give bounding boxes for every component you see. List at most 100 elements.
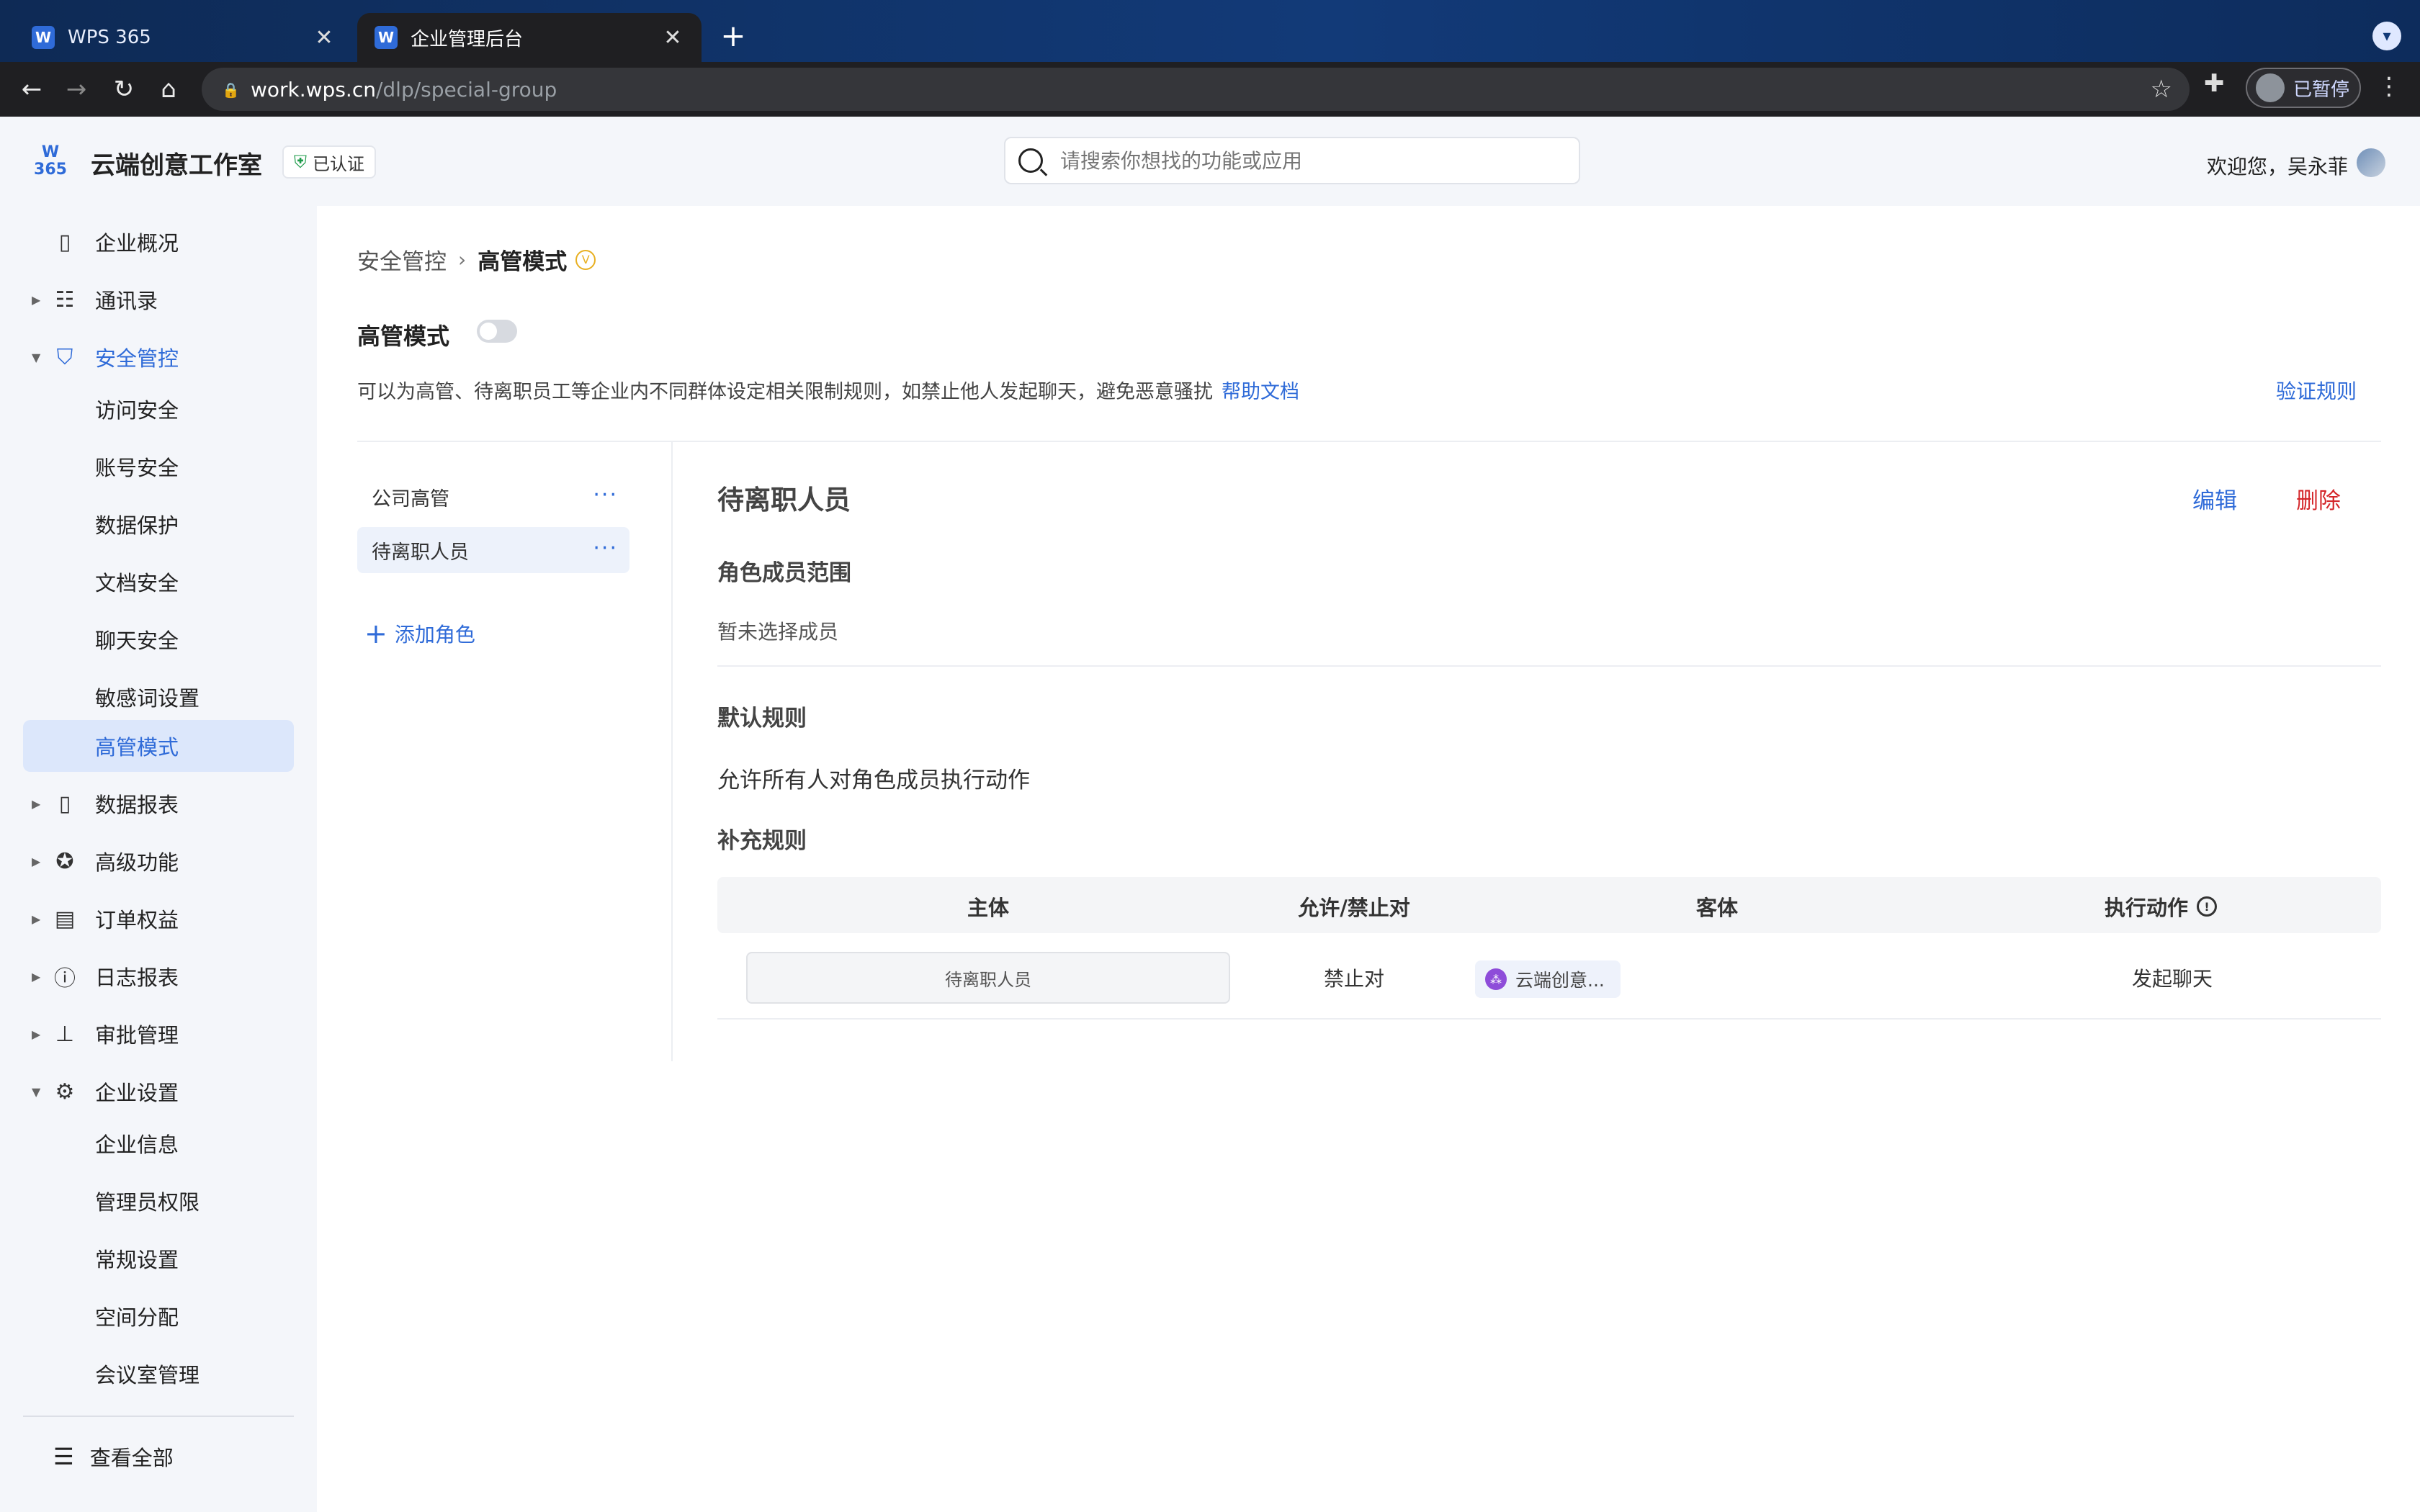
org-name: 云端创意工作室 bbox=[91, 151, 262, 180]
url-path: /dlp/special-group bbox=[375, 77, 557, 102]
sidebar-divider bbox=[23, 1416, 294, 1417]
sidebar-item-meeting-rooms[interactable]: 会议室管理 bbox=[23, 1348, 294, 1400]
more-dots-icon[interactable]: ··· bbox=[593, 536, 618, 561]
lock-icon: 🔒 bbox=[222, 81, 240, 99]
caret-right-icon: ▶ bbox=[32, 292, 41, 307]
sidebar-item-advanced[interactable]: ▶ ✪ 高级功能 bbox=[23, 835, 294, 887]
search-icon bbox=[1018, 148, 1043, 173]
breadcrumb-security[interactable]: 安全管控 bbox=[357, 243, 447, 276]
forward-arrow-icon[interactable]: → bbox=[59, 72, 94, 107]
browser-tab-bar: W WPS 365 ✕ W 企业管理后台 ✕ + ▾ bbox=[0, 0, 2420, 62]
sidebar-item-enterprise-settings[interactable]: ▼ ⚙ 企业设置 bbox=[23, 1066, 294, 1117]
role-detail-panel: 待离职人员 编辑 删除 角色成员范围 暂未选择成员 默认规则 允许所有人对角色成… bbox=[717, 442, 2381, 1090]
sidebar-item-data-reports[interactable]: ▶ ▯ 数据报表 bbox=[23, 778, 294, 829]
sidebar-item-space-allocation[interactable]: 空间分配 bbox=[23, 1290, 294, 1342]
help-doc-link[interactable]: 帮助文档 bbox=[1222, 381, 1299, 403]
permission-cell: 禁止对 bbox=[1323, 967, 1385, 991]
table-row: 待离职人员 禁止对 ⁂ 云端创意... 发起聊天 bbox=[717, 933, 2381, 1020]
more-dots-icon[interactable]: ··· bbox=[593, 482, 618, 508]
org-avatar-icon: ⁂ bbox=[1485, 968, 1507, 990]
back-arrow-icon[interactable]: ← bbox=[14, 72, 49, 107]
verify-rules-link[interactable]: 验证规则 bbox=[2276, 376, 2357, 405]
sidebar-item-label: 审批管理 bbox=[95, 1023, 179, 1048]
sidebar-item-label: 企业信息 bbox=[95, 1133, 179, 1157]
wps-favicon-icon: W bbox=[375, 26, 398, 49]
column-header: 客体 bbox=[1695, 896, 1739, 920]
profile-paused-button[interactable]: 已暂停 bbox=[2246, 68, 2361, 108]
extra-rule-heading: 补充规则 bbox=[717, 828, 807, 854]
object-chip: ⁂ 云端创意... bbox=[1475, 960, 1621, 998]
home-icon[interactable]: ⌂ bbox=[151, 72, 186, 107]
caret-right-icon: ▶ bbox=[32, 969, 41, 984]
role-label: 公司高管 bbox=[372, 487, 449, 510]
executive-mode-toggle[interactable] bbox=[477, 320, 517, 343]
reload-icon[interactable]: ↻ bbox=[107, 72, 141, 107]
sidebar-item-chat-security[interactable]: 聊天安全 bbox=[23, 613, 294, 665]
sidebar-item-data-protection[interactable]: 数据保护 bbox=[23, 498, 294, 550]
browser-tab-wps365[interactable]: W WPS 365 ✕ bbox=[14, 13, 353, 62]
chevron-right-icon: › bbox=[458, 248, 467, 271]
role-item-executives[interactable]: 公司高管 ··· bbox=[357, 474, 629, 520]
default-rule-heading: 默认规则 bbox=[717, 706, 807, 732]
sidebar-item-label: 企业概况 bbox=[95, 231, 179, 256]
url-host: work.wps.cn bbox=[251, 77, 376, 102]
sidebar-item-label: 敏感词设置 bbox=[95, 686, 200, 711]
edit-button[interactable]: 编辑 bbox=[2192, 482, 2237, 515]
avatar[interactable] bbox=[2357, 148, 2385, 177]
sidebar-item-sensitive-words[interactable]: 敏感词设置 bbox=[23, 671, 294, 723]
star-icon[interactable]: ☆ bbox=[2151, 75, 2172, 104]
contacts-icon: ☷ bbox=[55, 287, 75, 312]
url-field[interactable]: 🔒 work.wps.cn /dlp/special-group ☆ bbox=[202, 68, 2190, 111]
kebab-menu-icon[interactable]: ⋮ bbox=[2377, 72, 2401, 101]
hamburger-icon: ☰ bbox=[53, 1443, 74, 1470]
sidebar-item-general-settings[interactable]: 常规设置 bbox=[23, 1233, 294, 1284]
member-scope-empty: 暂未选择成员 bbox=[717, 620, 839, 644]
sidebar-item-admin-permissions[interactable]: 管理员权限 bbox=[23, 1175, 294, 1227]
plus-icon: + bbox=[364, 618, 387, 649]
add-role-button[interactable]: + 添加角色 bbox=[364, 619, 475, 648]
new-tab-plus-icon[interactable]: + bbox=[713, 20, 753, 55]
sidebar-item-enterprise-info[interactable]: 企业信息 bbox=[23, 1117, 294, 1169]
tab-title: WPS 365 bbox=[68, 27, 151, 48]
browser-tab-admin[interactable]: W 企业管理后台 ✕ bbox=[357, 13, 702, 62]
info-doc-icon: ⓘ bbox=[54, 966, 76, 991]
sidebar-item-orders[interactable]: ▶ ▤ 订单权益 bbox=[23, 893, 294, 945]
info-icon[interactable]: ! bbox=[2197, 896, 2218, 917]
sidebar: ▯ 企业概况 ▶ ☷ 通讯录 ▼ ⛉ 安全管控 访问安全 账号安全 数据保护 文… bbox=[0, 206, 317, 1512]
delete-button[interactable]: 删除 bbox=[2296, 482, 2341, 515]
building-icon: ▯ bbox=[58, 229, 71, 255]
sidebar-item-approvals[interactable]: ▶ ⊥ 审批管理 bbox=[23, 1008, 294, 1060]
tab-title: 企业管理后台 bbox=[411, 28, 524, 50]
search-box[interactable] bbox=[1004, 137, 1580, 184]
sidebar-item-label: 高管模式 bbox=[95, 735, 179, 760]
clipboard-icon: ▤ bbox=[54, 906, 76, 932]
default-rule-text: 允许所有人对角色成员执行动作 bbox=[717, 768, 1030, 793]
view-all-button[interactable]: ☰ 查看全部 bbox=[53, 1441, 174, 1472]
sidebar-item-label: 数据报表 bbox=[95, 793, 179, 817]
sidebar-item-access-security[interactable]: 访问安全 bbox=[23, 383, 294, 435]
sidebar-item-label: 管理员权限 bbox=[95, 1190, 200, 1215]
welcome-text: 欢迎您，吴永菲 bbox=[2206, 155, 2348, 179]
sidebar-item-security[interactable]: ▼ ⛉ 安全管控 bbox=[23, 331, 294, 383]
badge-check-icon: ✪ bbox=[55, 848, 74, 874]
gear-icon: ⚙ bbox=[55, 1079, 75, 1104]
search-input[interactable] bbox=[1060, 148, 1579, 173]
sidebar-item-account-security[interactable]: 账号安全 bbox=[23, 441, 294, 492]
close-icon[interactable]: ✕ bbox=[313, 25, 336, 50]
sidebar-item-executive-mode[interactable]: 高管模式 bbox=[23, 720, 294, 772]
role-item-leaving-staff[interactable]: 待离职人员 ··· bbox=[357, 527, 629, 573]
role-label: 待离职人员 bbox=[372, 541, 469, 564]
puzzle-icon[interactable]: ✚ bbox=[2204, 69, 2225, 98]
sidebar-item-overview[interactable]: ▯ 企业概况 bbox=[23, 216, 294, 268]
column-header-label: 执行动作 bbox=[2104, 896, 2189, 920]
wps-logo-icon[interactable]: W 365 bbox=[29, 144, 72, 184]
sidebar-item-label: 常规设置 bbox=[95, 1248, 179, 1272]
mode-description: 可以为高管、待离职员工等企业内不同群体设定相关限制规则，如禁止他人发起聊天，避免… bbox=[357, 376, 1299, 404]
sidebar-item-contacts[interactable]: ▶ ☷ 通讯录 bbox=[23, 274, 294, 325]
close-icon[interactable]: ✕ bbox=[661, 25, 684, 50]
app-header: W 365 云端创意工作室 ⛨ 已认证 欢迎您，吴永菲 bbox=[0, 117, 2420, 206]
sidebar-item-logs[interactable]: ▶ ⓘ 日志报表 bbox=[23, 950, 294, 1002]
sidebar-item-doc-security[interactable]: 文档安全 bbox=[23, 556, 294, 608]
tab-search-chevron-icon[interactable]: ▾ bbox=[2372, 22, 2401, 50]
sidebar-item-label: 数据保护 bbox=[95, 513, 179, 538]
